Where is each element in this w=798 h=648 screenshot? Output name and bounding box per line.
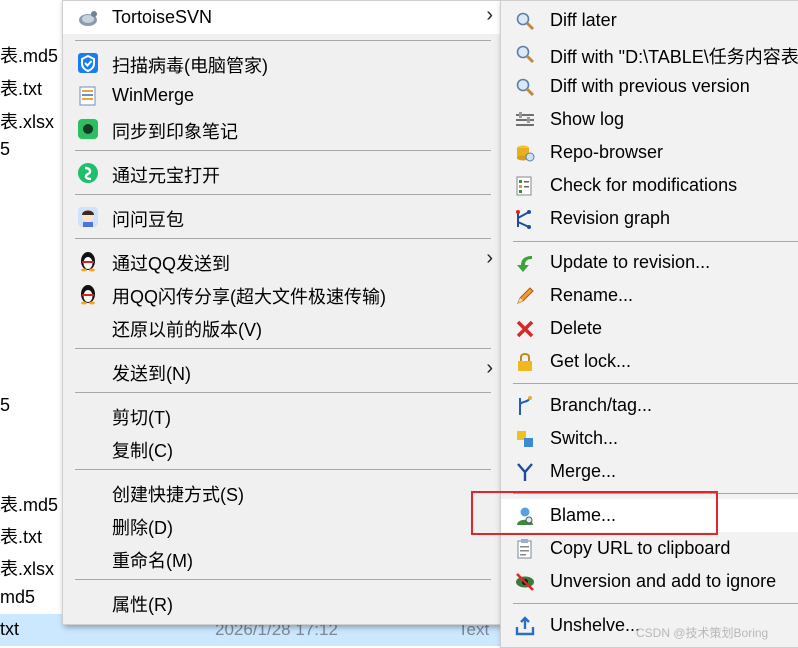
qq-penguin-icon <box>77 283 99 305</box>
svn-item-revision-graph[interactable]: Revision graph <box>501 202 798 235</box>
menu-item-qq-share[interactable]: 用QQ闪传分享(超大文件极速传输) <box>63 277 501 310</box>
pencil-icon <box>514 285 536 307</box>
svn-item-check-modifications[interactable]: Check for modifications <box>501 169 798 202</box>
menu-separator <box>75 194 491 195</box>
svn-item-show-log[interactable]: Show log <box>501 103 798 136</box>
svn-item-update-revision[interactable]: Update to revision... <box>501 246 798 279</box>
menu-separator <box>513 241 798 242</box>
update-arrow-icon <box>514 252 536 274</box>
svn-item-get-lock[interactable]: Get lock... <box>501 345 798 378</box>
file-item[interactable]: 表.txt <box>0 75 42 101</box>
file-item-selected[interactable]: txt <box>0 619 19 640</box>
svn-item-diff-with-file[interactable]: Diff with "D:\TABLE\任务内容表 <box>501 37 798 70</box>
menu-item-yuanbao[interactable]: 通过元宝打开 <box>63 156 501 189</box>
menu-item-scan-virus[interactable]: 扫描病毒(电脑管家) <box>63 46 501 79</box>
lock-icon <box>514 351 536 373</box>
tortoisesvn-submenu: Diff later Diff with "D:\TABLE\任务内容表 Dif… <box>500 0 798 648</box>
svn-item-branch-tag[interactable]: Branch/tag... <box>501 389 798 422</box>
chevron-right-icon: › <box>486 4 493 26</box>
menu-separator <box>75 579 491 580</box>
winmerge-icon <box>77 85 99 107</box>
menu-item-evernote[interactable]: 同步到印象笔记 <box>63 112 501 145</box>
merge-icon <box>514 461 536 483</box>
svn-item-diff-previous[interactable]: Diff with previous version <box>501 70 798 103</box>
menu-separator <box>75 469 491 470</box>
menu-item-doubao[interactable]: 问问豆包 <box>63 200 501 233</box>
revision-graph-icon <box>514 208 536 230</box>
yuanbao-icon <box>77 162 99 184</box>
file-item[interactable]: md5 <box>0 587 35 608</box>
switch-icon <box>514 428 536 450</box>
log-icon <box>514 109 536 131</box>
menu-separator <box>75 392 491 393</box>
file-item[interactable]: 表.md5 <box>0 42 58 68</box>
svn-item-rename[interactable]: Rename... <box>501 279 798 312</box>
check-modifications-icon <box>514 175 536 197</box>
magnifier-icon <box>514 43 536 65</box>
repo-browser-icon <box>514 142 536 164</box>
file-item[interactable]: 表.xlsx <box>0 555 54 581</box>
file-item[interactable]: 表.md5 <box>0 491 58 517</box>
menu-separator <box>513 603 798 604</box>
file-item[interactable]: 表.txt <box>0 523 42 549</box>
magnifier-icon <box>514 76 536 98</box>
chevron-right-icon: › <box>486 247 493 269</box>
doubao-avatar-icon <box>77 206 99 228</box>
menu-item-delete[interactable]: 删除(D) <box>63 508 501 541</box>
menu-item-cut[interactable]: 剪切(T) <box>63 398 501 431</box>
menu-item-tortoisesvn[interactable]: TortoiseSVN › <box>63 1 501 34</box>
svn-item-diff-later[interactable]: Diff later <box>501 4 798 37</box>
svn-item-unversion-ignore[interactable]: Unversion and add to ignore <box>501 565 798 598</box>
file-item[interactable]: 5 <box>0 395 10 416</box>
tortoisesvn-icon <box>77 7 99 29</box>
menu-separator <box>75 40 491 41</box>
unversion-eye-icon <box>514 571 536 593</box>
file-item[interactable]: 5 <box>0 139 10 160</box>
menu-separator <box>75 150 491 151</box>
chevron-right-icon: › <box>486 357 493 379</box>
svn-item-delete[interactable]: Delete <box>501 312 798 345</box>
watermark: CSDN @技术策划Boring <box>636 626 769 640</box>
svn-item-copy-url[interactable]: Copy URL to clipboard <box>501 532 798 565</box>
menu-item-create-shortcut[interactable]: 创建快捷方式(S) <box>63 475 501 508</box>
menu-item-rename[interactable]: 重命名(M) <box>63 541 501 574</box>
shield-icon <box>77 52 99 74</box>
svn-item-repo-browser[interactable]: Repo-browser <box>501 136 798 169</box>
magnifier-icon <box>514 10 536 32</box>
svn-item-switch[interactable]: Switch... <box>501 422 798 455</box>
menu-item-restore-previous[interactable]: 还原以前的版本(V) <box>63 310 501 343</box>
qq-penguin-icon <box>77 250 99 272</box>
annotation-highlight-box <box>471 491 718 535</box>
context-menu: TortoiseSVN › 扫描病毒(电脑管家) WinMerge 同步到印象笔… <box>62 0 502 625</box>
menu-separator <box>75 238 491 239</box>
menu-item-properties[interactable]: 属性(R) <box>63 585 501 618</box>
file-item[interactable]: 表.xlsx <box>0 108 54 134</box>
menu-item-winmerge[interactable]: WinMerge <box>63 79 501 112</box>
clipboard-icon <box>514 538 536 560</box>
unshelve-icon <box>514 615 536 637</box>
menu-separator <box>513 383 798 384</box>
branch-icon <box>514 395 536 417</box>
menu-item-qq-send[interactable]: 通过QQ发送到 › <box>63 244 501 277</box>
menu-separator <box>75 348 491 349</box>
menu-item-copy[interactable]: 复制(C) <box>63 431 501 464</box>
evernote-icon <box>77 118 99 140</box>
delete-x-icon <box>514 318 536 340</box>
svn-item-merge[interactable]: Merge... <box>501 455 798 488</box>
menu-item-send-to[interactable]: 发送到(N) › <box>63 354 501 387</box>
